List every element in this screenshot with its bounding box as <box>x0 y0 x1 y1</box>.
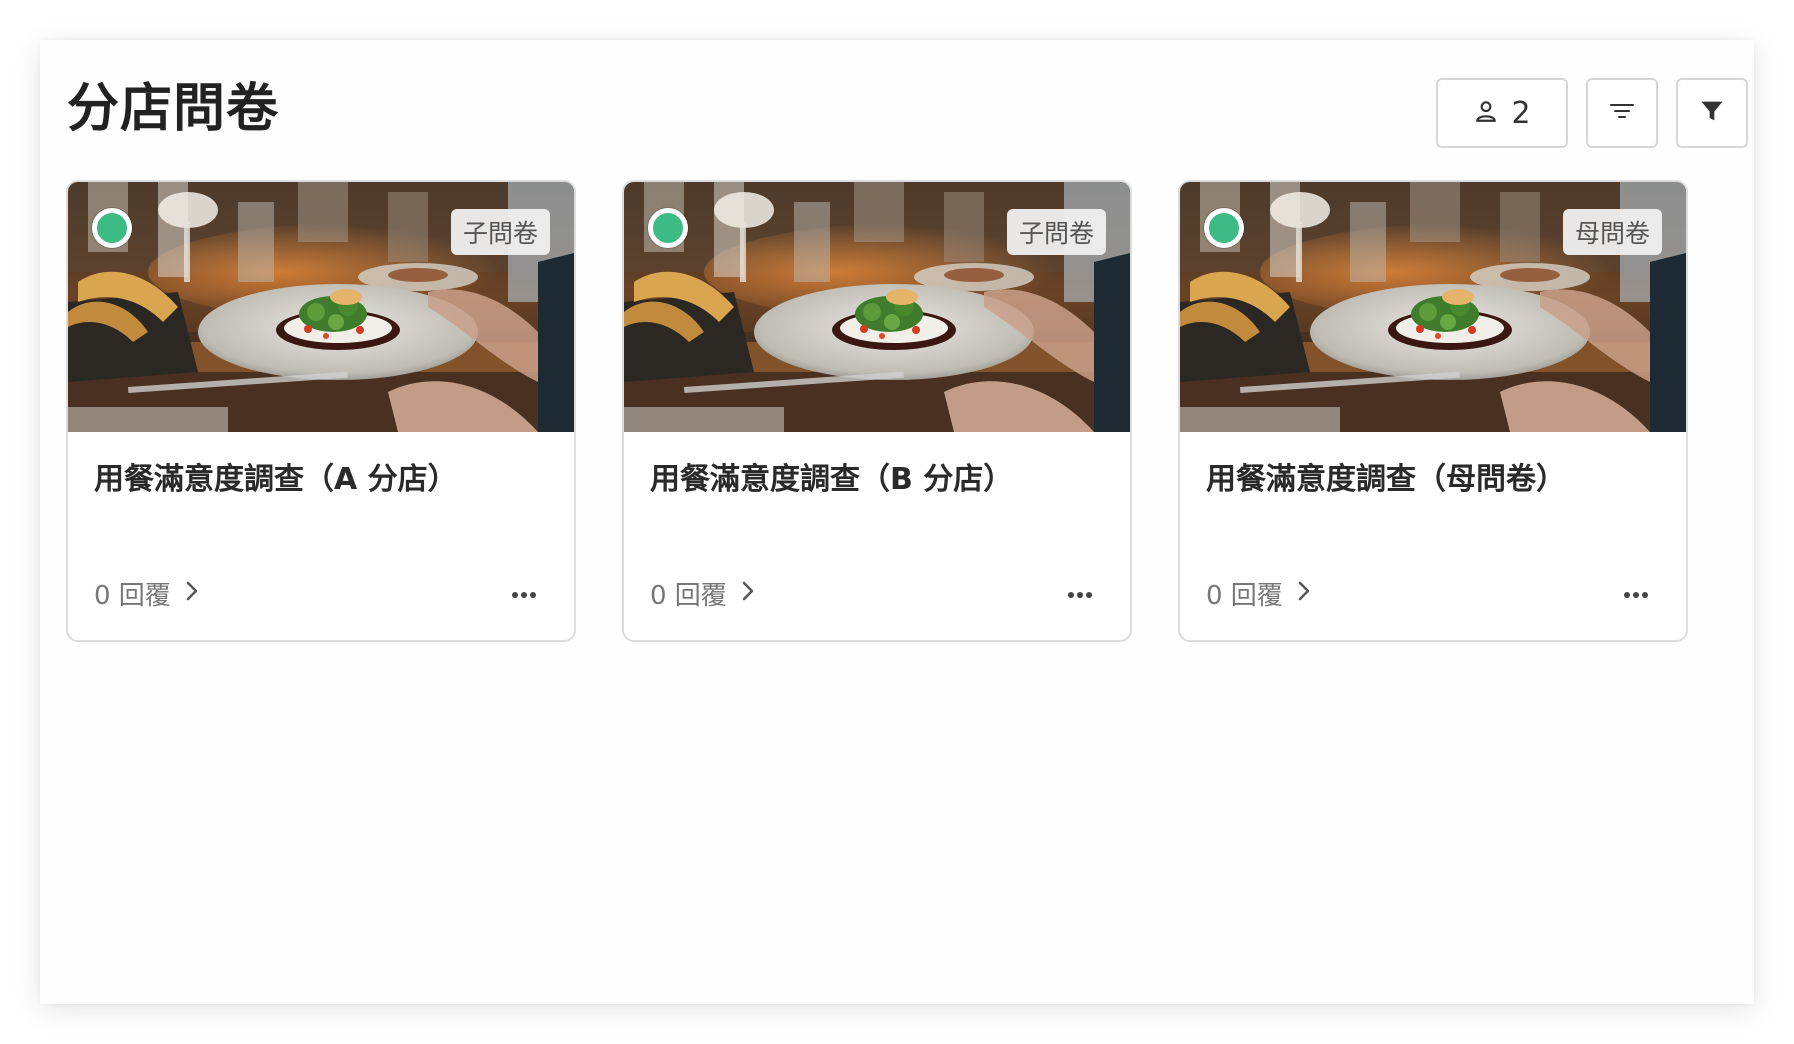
card-footer: 0 回覆 <box>650 575 1104 612</box>
survey-card[interactable]: 母問卷 用餐滿意度調查（母問卷） 0 回覆 <box>1178 180 1688 642</box>
survey-card[interactable]: 子問卷 用餐滿意度調查（B 分店） 0 回覆 <box>622 180 1132 642</box>
responses-count: 0 回覆 <box>94 581 171 611</box>
card-title: 用餐滿意度調查（B 分店） <box>650 462 1014 497</box>
survey-panel: 分店問卷 2 子問卷 用餐滿意度調查（A 分店） 0 回覆 子問卷 用餐滿意度調… <box>40 40 1754 1004</box>
responses-link[interactable]: 0 回覆 <box>94 575 199 612</box>
responses-count: 0 回覆 <box>1206 581 1283 611</box>
members-count: 2 <box>1511 95 1531 131</box>
survey-type-badge: 子問卷 <box>450 209 550 255</box>
card-footer: 0 回覆 <box>1206 575 1660 612</box>
filter-button[interactable] <box>1676 78 1748 148</box>
responses-count: 0 回覆 <box>650 581 727 611</box>
status-dot <box>648 208 688 248</box>
chevron-right-icon <box>1297 579 1311 609</box>
card-footer: 0 回覆 <box>94 575 548 612</box>
responses-link[interactable]: 0 回覆 <box>1206 575 1311 612</box>
responses-link[interactable]: 0 回覆 <box>650 575 755 612</box>
more-options-button[interactable] <box>1612 576 1660 612</box>
person-icon <box>1473 98 1499 128</box>
more-dots-icon <box>1067 584 1093 603</box>
card-cover-image: 子問卷 <box>624 182 1130 432</box>
survey-card[interactable]: 子問卷 用餐滿意度調查（A 分店） 0 回覆 <box>66 180 576 642</box>
status-dot <box>1204 208 1244 248</box>
survey-card-list: 子問卷 用餐滿意度調查（A 分店） 0 回覆 子問卷 用餐滿意度調查（B 分店）… <box>66 180 1688 642</box>
more-dots-icon <box>511 584 537 603</box>
survey-type-badge: 母問卷 <box>1562 209 1662 255</box>
chevron-right-icon <box>741 579 755 609</box>
status-dot <box>92 208 132 248</box>
card-title: 用餐滿意度調查（A 分店） <box>94 462 458 497</box>
sort-lines-icon <box>1608 99 1636 127</box>
card-title: 用餐滿意度調查（母問卷） <box>1206 462 1566 497</box>
card-cover-image: 子問卷 <box>68 182 574 432</box>
page-title: 分店問卷 <box>67 79 280 139</box>
survey-type-badge: 子問卷 <box>1006 209 1106 255</box>
more-options-button[interactable] <box>1056 576 1104 612</box>
sort-button[interactable] <box>1586 78 1658 148</box>
members-button[interactable]: 2 <box>1436 78 1568 148</box>
more-options-button[interactable] <box>500 576 548 612</box>
card-cover-image: 母問卷 <box>1180 182 1686 432</box>
funnel-icon <box>1698 97 1726 129</box>
more-dots-icon <box>1623 584 1649 603</box>
toolbar: 2 <box>1436 78 1748 148</box>
chevron-right-icon <box>185 579 199 609</box>
